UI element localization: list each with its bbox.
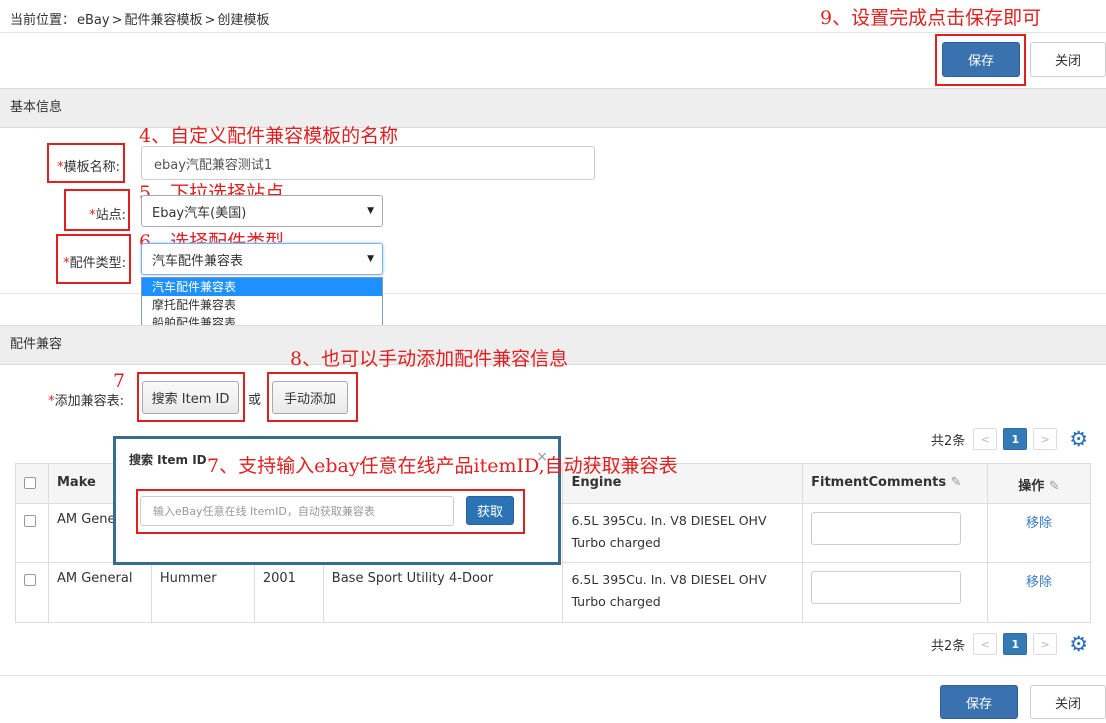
row-action-cell: 移除 [987,562,1091,623]
gear-icon[interactable]: ⚙ [1069,428,1088,450]
parts-type-label-text: 配件类型: [69,256,126,271]
save-button-top[interactable]: 保存 [942,42,1020,77]
annotation-7: 7、支持输入ebay任意在线产品itemID,自动获取兼容表 [207,455,678,477]
parts-type-dropdown: 汽车配件兼容表 摩托配件兼容表 船舶配件兼容表 [141,277,383,332]
breadcrumb-item-ebay[interactable]: eBay [77,13,110,28]
row-checkbox-cell [15,503,49,563]
site-select-value: Ebay汽车(美国) [152,205,247,221]
remove-link[interactable]: 移除 [1026,516,1052,531]
pager-total: 共2条 [931,638,966,654]
popup-title: 搜索 Item ID [129,453,207,467]
search-item-id-button[interactable]: 搜索 Item ID [142,381,239,414]
footer-divider [0,675,1106,676]
parts-type-select[interactable]: 汽车配件兼容表 ▼ [141,243,383,275]
site-label: *站点: [68,204,126,223]
row-model: Hummer [150,562,255,623]
annotation-9: 9、设置完成点击保存即可 [820,7,1042,29]
header-fitment-comments: FitmentComments ✎ [802,463,989,504]
header-action: 操作 ✎ [987,463,1091,504]
fitment-comment-input[interactable] [811,512,962,545]
item-id-input[interactable]: 输入eBay任意在线 ItemID，自动获取兼容表 [140,496,454,526]
header-fitment-label: FitmentComments [811,475,947,490]
manual-add-button[interactable]: 手动添加 [272,381,348,414]
row-trim: Base Sport Utility 4-Door [322,562,564,623]
pager-top: 共2条 < 1 > ⚙ [931,428,1088,450]
row-checkbox[interactable] [24,515,36,527]
annotation-4: 4、自定义配件兼容模板的名称 [139,125,399,147]
dropdown-option-moto[interactable]: 摩托配件兼容表 [142,296,382,314]
gear-icon[interactable]: ⚙ [1069,633,1088,655]
chevron-down-icon: ▼ [367,206,374,216]
chevron-down-icon: ▼ [367,254,374,264]
breadcrumb-separator: > [111,13,123,28]
header-checkbox-cell [15,463,49,504]
parts-type-select-value: 汽车配件兼容表 [152,253,244,269]
add-compat-label-text: 添加兼容表: [54,394,124,409]
pager-total: 共2条 [931,433,966,449]
row-make: AM General [47,562,152,623]
annotation-7-number: 7 [113,370,126,392]
row-checkbox-cell [15,562,49,623]
breadcrumb-item-create: 创建模板 [217,13,270,28]
template-name-input[interactable]: ebay汽配兼容测试1 [141,146,595,180]
edit-icon[interactable]: ✎ [951,475,962,490]
table-row: AM General Hummer 2001 Base Sport Utilit… [15,562,1091,623]
pager-bottom: 共2条 < 1 > ⚙ [931,633,1088,655]
dropdown-option-car[interactable]: 汽车配件兼容表 [142,278,382,296]
site-label-text: 站点: [95,208,126,223]
basic-info-header: 基本信息 [0,88,1106,128]
fitment-comment-input[interactable] [811,571,962,604]
save-button-bottom[interactable]: 保存 [940,685,1018,719]
site-select[interactable]: Ebay汽车(美国) ▼ [141,195,383,227]
fetch-button[interactable]: 获取 [466,496,514,525]
edit-icon[interactable]: ✎ [1049,479,1060,494]
row-engine: 6.5L 395Cu. In. V8 DIESEL OHV Turbo char… [562,562,804,623]
breadcrumb-item-template[interactable]: 配件兼容模板 [125,13,203,28]
pager-page-1[interactable]: 1 [1003,428,1028,450]
template-name-label-text: 模板名称: [63,160,120,175]
pager-prev-button[interactable]: < [973,428,998,450]
annotation-8: 8、也可以手动添加配件兼容信息 [290,348,569,370]
parts-type-label: *配件类型: [58,252,126,271]
pager-next-button[interactable]: > [1033,428,1058,450]
breadcrumb-separator: > [204,13,216,28]
pager-next-button[interactable]: > [1033,633,1058,655]
close-button-top[interactable]: 关闭 [1030,42,1106,77]
pager-prev-button[interactable]: < [973,633,998,655]
template-name-label: *模板名称: [52,156,120,175]
header-action-label: 操作 [1018,479,1045,494]
row-year: 2001 [253,562,324,623]
pager-page-1[interactable]: 1 [1003,633,1028,655]
row-engine: 6.5L 395Cu. In. V8 DIESEL OHV Turbo char… [562,503,804,563]
row-action-cell: 移除 [987,503,1091,563]
row-comment-cell [802,562,989,623]
close-button-bottom[interactable]: 关闭 [1030,685,1106,719]
row-comment-cell [802,503,989,563]
remove-link[interactable]: 移除 [1026,575,1052,590]
breadcrumb-prefix: 当前位置： [10,13,76,28]
add-compat-label: *添加兼容表: [46,390,124,409]
breadcrumb: 当前位置： eBay > 配件兼容模板 > 创建模板 [10,9,271,28]
or-text: 或 [248,393,262,408]
select-all-checkbox[interactable] [24,477,36,489]
row-checkbox[interactable] [24,574,36,586]
